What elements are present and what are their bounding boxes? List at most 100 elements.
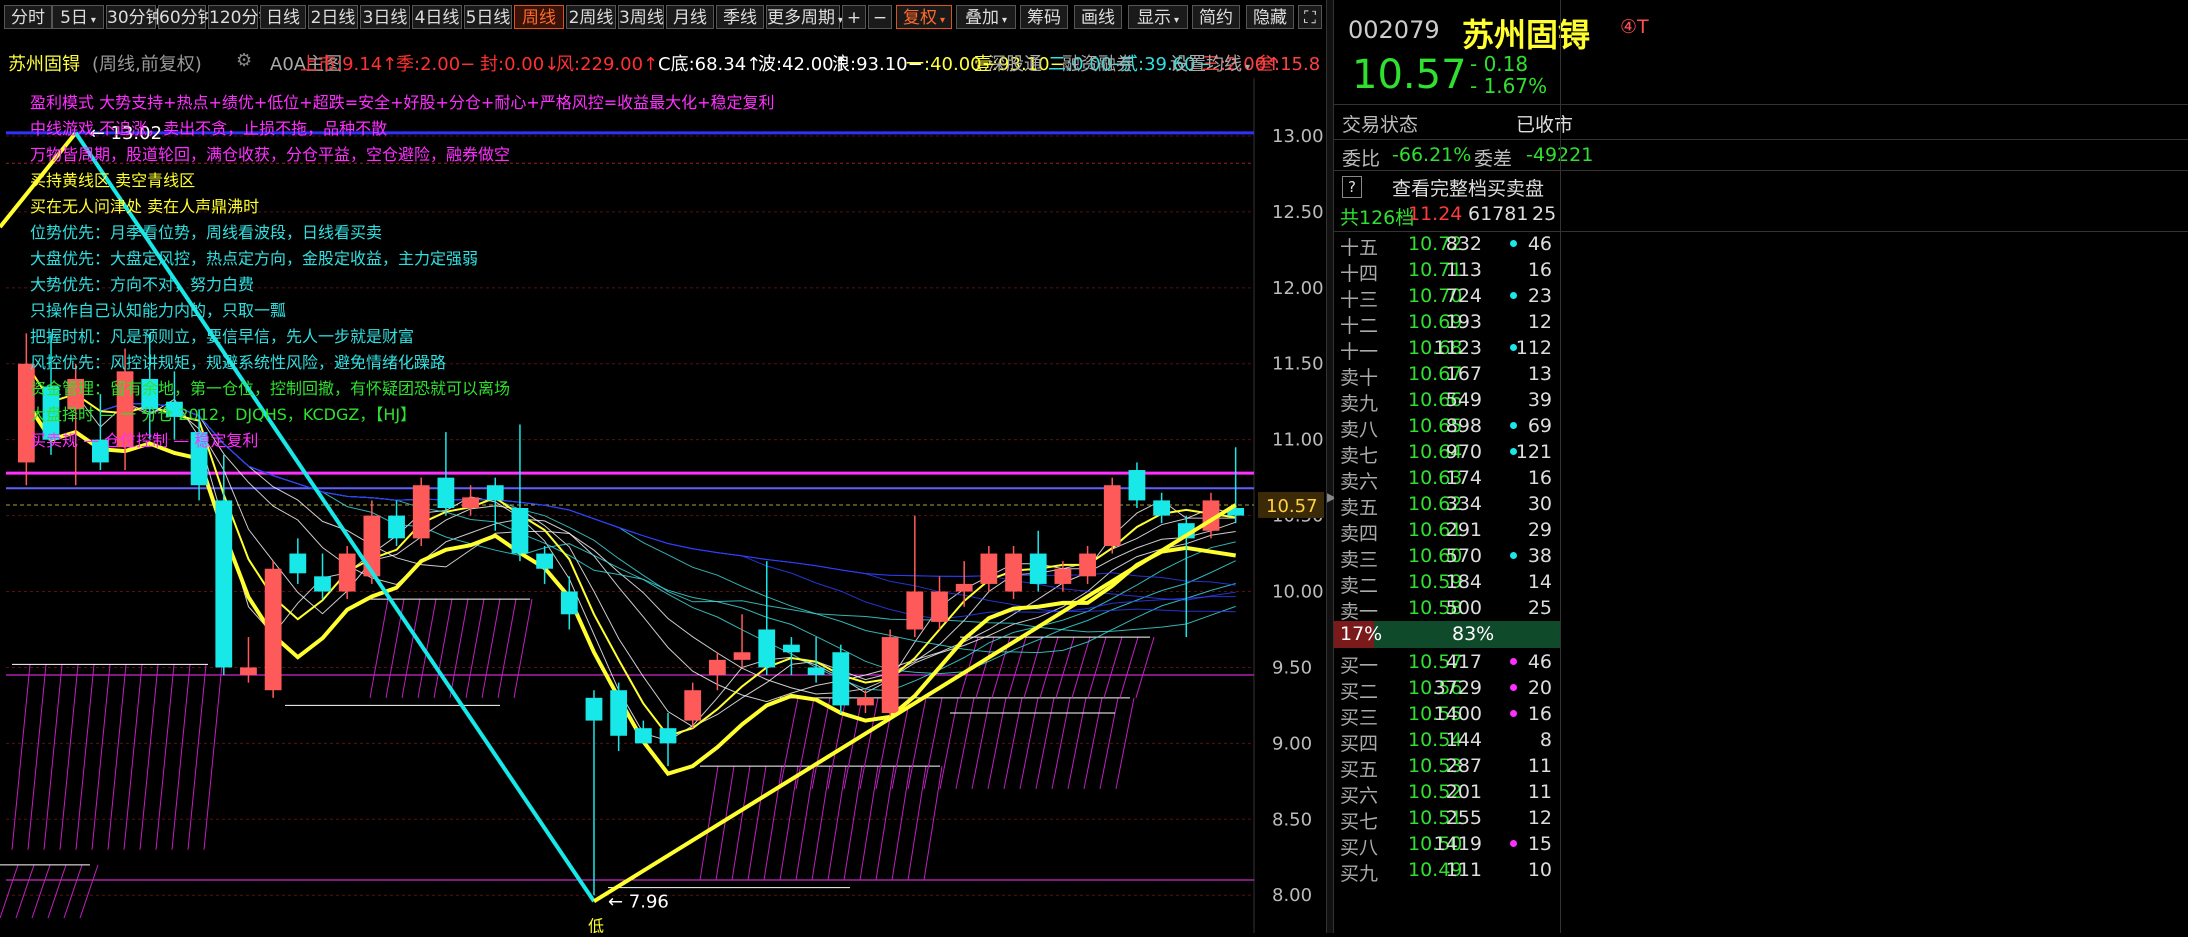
gear-icon[interactable]: ⚙ [236, 50, 252, 71]
y-tick-label-3: 11.50 [1272, 354, 1324, 375]
info-item-0: 上市:9.14↑ [300, 54, 398, 75]
full-book-link[interactable]: 查看完整档买卖盘 [1392, 174, 1544, 201]
buy-sell-ratio-bar: 17% 83% [1334, 621, 2188, 648]
toolbar-display-button[interactable]: 显示 ▾ [1128, 5, 1188, 29]
buy-row-1[interactable]: 买二 10.56 3729 20 [1334, 674, 2188, 703]
candle-body-18 [462, 497, 479, 508]
sell-count: 69 [1527, 415, 1552, 437]
period-9[interactable]: 5日线 [464, 5, 512, 29]
period-4[interactable]: 120分钟 [208, 5, 275, 29]
sell-row-2[interactable]: 十三 10.70 724 23 [1334, 282, 2188, 311]
sell-row-8[interactable]: 卖七 10.64 970 121 [1334, 438, 2188, 467]
period-14[interactable]: 季线 [716, 5, 764, 29]
buy-vol: 111 [1445, 859, 1482, 881]
buy-row-4[interactable]: 买五 10.53 287 11 [1334, 752, 2188, 781]
period-15[interactable]: 更多周期 ▾ [766, 5, 843, 29]
candle-body-40 [1005, 553, 1022, 592]
toolbar-simple-button[interactable]: 简约 [1192, 5, 1240, 29]
sell-row-3[interactable]: 十二 10.69 193 12 [1334, 308, 2188, 337]
period-13[interactable]: 月线 [666, 5, 714, 29]
buy-row-3[interactable]: 买四 10.54 144 8 [1334, 726, 2188, 755]
period-3[interactable]: 60分钟 [158, 5, 215, 29]
buy-row-0[interactable]: 买一 10.57 417 46 [1334, 648, 2188, 677]
sell-count: 13 [1527, 363, 1552, 385]
buy-row-6[interactable]: 买七 10.51 255 12 [1334, 804, 2188, 833]
candle-body-20 [511, 508, 529, 554]
buy-row-8[interactable]: 买九 10.49 111 10 [1334, 856, 2188, 885]
candle-body-42 [1054, 568, 1072, 584]
toolbar-overlay-button[interactable]: 叠加 ▾ [956, 5, 1016, 29]
sell-count: 14 [1527, 571, 1552, 593]
period-5[interactable]: 日线 [260, 5, 306, 29]
candle-body-37 [931, 591, 948, 622]
period-10[interactable]: 周线 [514, 5, 564, 29]
sell-row-7[interactable]: 卖八 10.65 898 69 [1334, 412, 2188, 441]
sell-ratio: 17% [1340, 623, 1383, 645]
toolbar-minus-button[interactable]: − [868, 5, 892, 29]
info-link-2[interactable]: 设置均线 ▾ [1170, 50, 1250, 76]
sell-vol: 193 [1445, 311, 1482, 333]
fullscreen-icon[interactable]: ⛶ [1298, 5, 1322, 29]
annotation-12: 大盘择时 — 一 分仓 2012，DJQHS，KCDGZ，【HJ】 [30, 405, 416, 424]
toolbar-draw-button[interactable]: 画线 [1074, 5, 1122, 29]
toolbar-chips-button[interactable]: 筹码 [1020, 5, 1068, 29]
buy-row-7[interactable]: 买八 10.50 1419 15 [1334, 830, 2188, 859]
toolbar-hide-button[interactable]: 隐藏 [1246, 5, 1294, 29]
sell-row-14[interactable]: 卖一 10.58 500 25 [1334, 594, 2188, 623]
candle-body-46 [1153, 500, 1171, 516]
help-icon[interactable]: ? [1342, 176, 1362, 198]
buy-row-2[interactable]: 买三 10.55 1400 16 [1334, 700, 2188, 729]
chevron-down-icon: ▾ [1001, 15, 1008, 26]
period-0[interactable]: 分时 [4, 5, 52, 29]
sell-row-6[interactable]: 卖九 10.66 549 39 [1334, 386, 2188, 415]
sell-row-5[interactable]: 卖十 10.67 167 13 [1334, 360, 2188, 389]
sell-vol: 500 [1445, 597, 1482, 619]
period-1[interactable]: 5日 ▾ [52, 5, 104, 29]
candle-body-39 [980, 553, 998, 584]
collapse-arrow-icon[interactable]: ▶ [1327, 490, 1336, 530]
sell-row-1[interactable]: 十四 10.71 113 16 [1334, 256, 2188, 285]
candle-body-31 [783, 644, 800, 653]
buy-ratio: 83% [1452, 623, 1495, 645]
panel-splitter[interactable]: ▶ [1326, 0, 1336, 933]
buy-row-5[interactable]: 买六 10.52 201 11 [1334, 778, 2188, 807]
y-tick-label-4: 11.00 [1272, 430, 1324, 451]
order-dot-icon [1510, 422, 1517, 429]
period-6[interactable]: 2日线 [308, 5, 358, 29]
buy-count: 15 [1527, 833, 1552, 855]
sell-row-0[interactable]: 十五 10.72 832 46 [1334, 230, 2188, 259]
toolbar-plus-button[interactable]: + [842, 5, 866, 29]
sell-row-10[interactable]: 卖五 10.62 334 30 [1334, 490, 2188, 519]
hatch-band-2 [369, 598, 533, 698]
candle-body-45 [1128, 470, 1146, 501]
buy-count: 11 [1527, 755, 1552, 777]
sell-row-11[interactable]: 卖四 10.61 291 29 [1334, 516, 2188, 545]
sell-row-12[interactable]: 卖三 10.60 570 38 [1334, 542, 2188, 571]
sell-count: 16 [1527, 467, 1552, 489]
info-item-2: 封:0.00↓ [480, 54, 560, 75]
info-mode: (周线,前复权) [92, 54, 202, 75]
order-dot-icon [1510, 684, 1517, 691]
kline-chart-svg[interactable]: 13.0012.5012.0011.5011.0010.5010.009.509… [0, 78, 1326, 935]
y-tick-label-6: 10.00 [1272, 582, 1324, 603]
kline-chart[interactable]: 13.0012.5012.0011.5011.0010.5010.009.509… [0, 78, 1326, 935]
period-8[interactable]: 4日线 [412, 5, 462, 29]
info-link-0[interactable]: 深股通 [988, 50, 1042, 76]
candle-body-25 [634, 728, 652, 744]
indicator-info-bar: 苏州固锝 (周线,前复权) ⚙ A0A主图 上市:9.14↑ 季:2.00− 封:0… [0, 50, 1326, 76]
period-11[interactable]: 2周线 [566, 5, 616, 29]
info-stock-name: 苏州固锝 [8, 54, 80, 75]
info-link-1[interactable]: 融资融券 [1062, 50, 1134, 76]
toolbar-fuquan-button[interactable]: 复权 ▾ [896, 5, 952, 29]
sell-row-13[interactable]: 卖二 10.59 184 14 [1334, 568, 2188, 597]
trade-status-label: 交易状态 [1342, 114, 1419, 136]
candle-body-28 [708, 659, 726, 676]
annotation-11: 资金管理：留有余地，第一仓位，控制回撤，有怀疑团恐就可以离场 [30, 379, 510, 398]
period-7[interactable]: 3日线 [360, 5, 410, 29]
sell-row-4[interactable]: 十一 10.68 1123 112 [1334, 334, 2188, 363]
sell-row-9[interactable]: 卖六 10.63 174 16 [1334, 464, 2188, 493]
period-2[interactable]: 30分钟 [106, 5, 163, 29]
candle-body-14 [363, 515, 381, 577]
period-12[interactable]: 3周线 [618, 5, 664, 29]
candle-body-35 [881, 637, 899, 713]
